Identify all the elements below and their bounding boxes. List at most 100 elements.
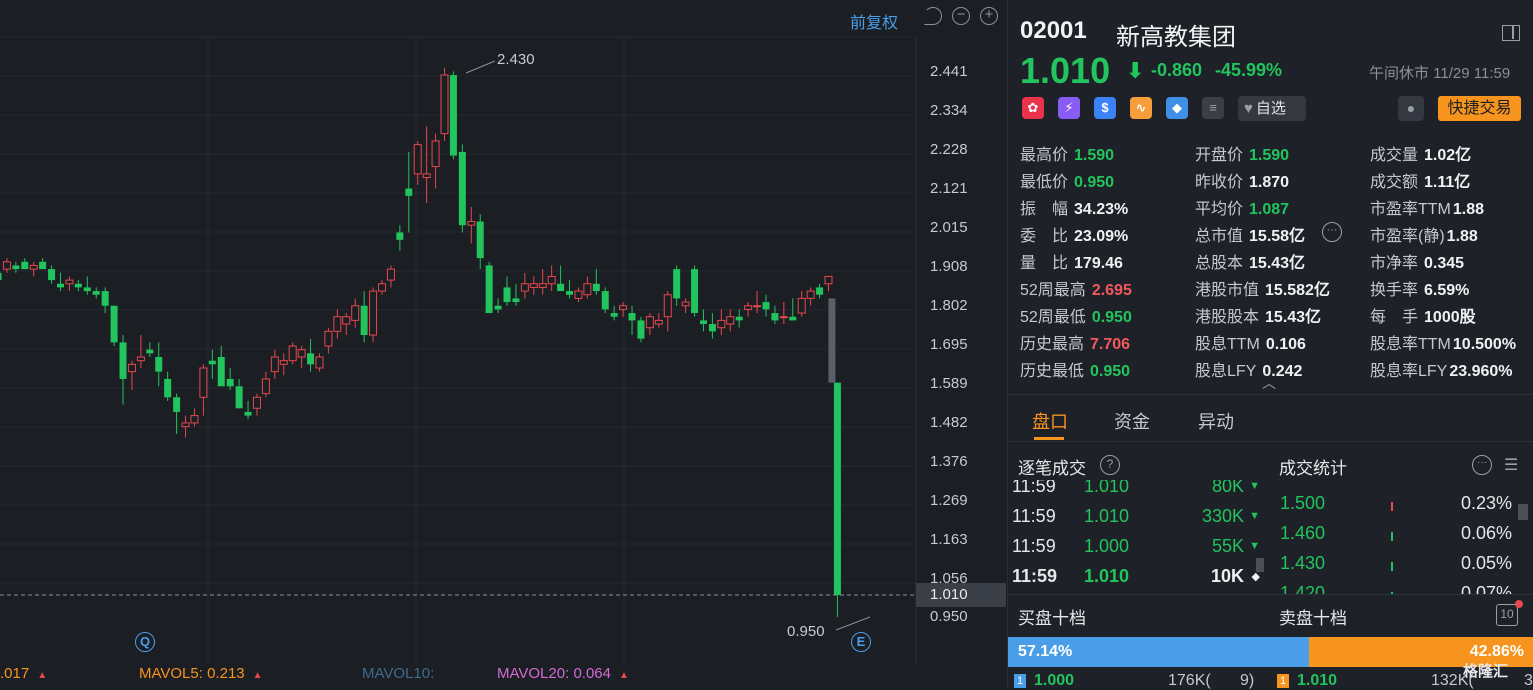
candle[interactable] — [762, 294, 770, 317]
candle[interactable] — [601, 287, 609, 314]
candle[interactable] — [771, 305, 779, 325]
candle[interactable] — [503, 276, 511, 306]
candle[interactable] — [173, 393, 181, 434]
candle[interactable] — [717, 309, 726, 336]
candle[interactable] — [110, 305, 118, 347]
candle[interactable] — [208, 349, 216, 379]
candle[interactable] — [592, 269, 600, 295]
candle[interactable] — [494, 298, 502, 314]
candle[interactable] — [413, 140, 422, 185]
candle[interactable] — [458, 144, 466, 233]
candle[interactable] — [520, 272, 529, 299]
candle[interactable] — [351, 298, 360, 328]
candle[interactable] — [199, 364, 208, 416]
candle[interactable] — [797, 291, 806, 317]
candle[interactable] — [396, 225, 404, 251]
candle[interactable] — [360, 291, 368, 343]
candle[interactable] — [833, 382, 841, 617]
more-icon[interactable]: ··· — [1322, 222, 1342, 242]
tick-trades-list[interactable]: 11:59 1.010 80K ▼ 11:59 1.010 330K ▼ 11:59 1.000 5… — [1008, 480, 1264, 594]
candle[interactable] — [65, 276, 74, 292]
candle[interactable] — [619, 302, 628, 317]
candle[interactable] — [279, 353, 288, 376]
candle[interactable] — [92, 287, 100, 299]
candle[interactable] — [288, 342, 297, 365]
trades-scrollbar[interactable] — [1256, 558, 1264, 572]
layout-toggle-icon[interactable] — [1502, 25, 1520, 41]
candle[interactable] — [226, 367, 234, 390]
candle[interactable] — [57, 272, 65, 292]
candle[interactable] — [691, 265, 699, 317]
event-e-icon[interactable]: E — [851, 632, 871, 652]
candle[interactable] — [377, 280, 386, 295]
candle[interactable] — [529, 276, 538, 295]
candle[interactable] — [39, 258, 47, 270]
candle[interactable] — [181, 415, 190, 438]
candle[interactable] — [681, 298, 690, 314]
candle[interactable] — [164, 371, 172, 401]
candle[interactable] — [146, 342, 154, 357]
bid-row[interactable]: 1 1.000 176K( 9) — [1008, 670, 1271, 689]
hk-flag-icon[interactable]: ✿ — [1022, 97, 1044, 119]
candle[interactable] — [610, 305, 618, 321]
candle[interactable] — [816, 283, 824, 299]
kline-chart[interactable] — [0, 0, 1006, 664]
candle[interactable] — [101, 287, 109, 314]
alert-bell-icon[interactable]: ● — [1398, 96, 1424, 121]
candle[interactable] — [476, 214, 484, 270]
event-q-icon[interactable]: Q — [135, 632, 155, 652]
candle[interactable] — [547, 265, 556, 292]
candle[interactable] — [708, 313, 716, 339]
candle[interactable] — [637, 316, 645, 343]
candle[interactable] — [467, 206, 476, 244]
candle[interactable] — [21, 258, 29, 270]
stats-scrollbar[interactable] — [1518, 504, 1528, 520]
zoom-in-icon[interactable]: + — [980, 7, 998, 25]
kline-chart-pane[interactable]: 前复权 − + 2.441 2.334 2.228 2.121 2.015 1.908 1.… — [0, 0, 1006, 688]
candle[interactable] — [654, 313, 663, 328]
candle[interactable] — [297, 346, 306, 368]
candle[interactable] — [270, 349, 279, 379]
candle[interactable] — [779, 302, 788, 325]
candle[interactable] — [74, 280, 82, 292]
candle[interactable] — [342, 313, 351, 336]
quick-trade-button[interactable]: 快捷交易 — [1438, 96, 1521, 121]
candle[interactable] — [127, 360, 136, 390]
candle[interactable] — [83, 276, 91, 295]
candle[interactable] — [485, 261, 493, 314]
candle[interactable] — [440, 67, 449, 141]
candle[interactable] — [574, 287, 583, 303]
help-icon[interactable]: ? — [1100, 455, 1120, 475]
zoom-out-icon[interactable]: − — [952, 7, 970, 25]
candle[interactable] — [405, 151, 413, 233]
candle[interactable] — [699, 309, 707, 332]
candle[interactable] — [307, 338, 315, 372]
more-options-icon[interactable]: ··· — [1472, 455, 1492, 475]
candle[interactable] — [663, 291, 672, 332]
list-icon[interactable]: ☰ — [1504, 455, 1518, 475]
candle[interactable] — [235, 378, 243, 409]
candle[interactable] — [645, 313, 654, 336]
tab-capital[interactable]: 资金 — [1114, 408, 1150, 434]
candle[interactable] — [29, 261, 38, 277]
candle[interactable] — [449, 71, 457, 160]
candle[interactable] — [422, 126, 431, 204]
candle[interactable] — [673, 265, 681, 306]
candle[interactable] — [512, 283, 520, 306]
candle[interactable] — [726, 309, 735, 332]
candle[interactable] — [538, 269, 547, 295]
dollar-icon[interactable]: $ — [1094, 97, 1116, 119]
note-icon[interactable]: ≡ — [1202, 97, 1224, 119]
candle[interactable] — [190, 408, 199, 427]
candle[interactable] — [735, 309, 743, 328]
depth-ten-icon[interactable]: 10 — [1496, 604, 1518, 626]
candle[interactable] — [244, 400, 252, 420]
candle[interactable] — [333, 309, 342, 339]
candle[interactable] — [583, 276, 592, 299]
trade-stats-list[interactable]: 1.500 0.23% 1.460 0.06% 1.430 0.05% 1.420 0.07% — [1270, 480, 1533, 594]
candle[interactable] — [136, 335, 145, 368]
tab-movement[interactable]: 异动 — [1198, 408, 1234, 434]
candle[interactable] — [217, 346, 225, 387]
candle[interactable] — [824, 275, 833, 292]
candle[interactable] — [119, 335, 127, 405]
